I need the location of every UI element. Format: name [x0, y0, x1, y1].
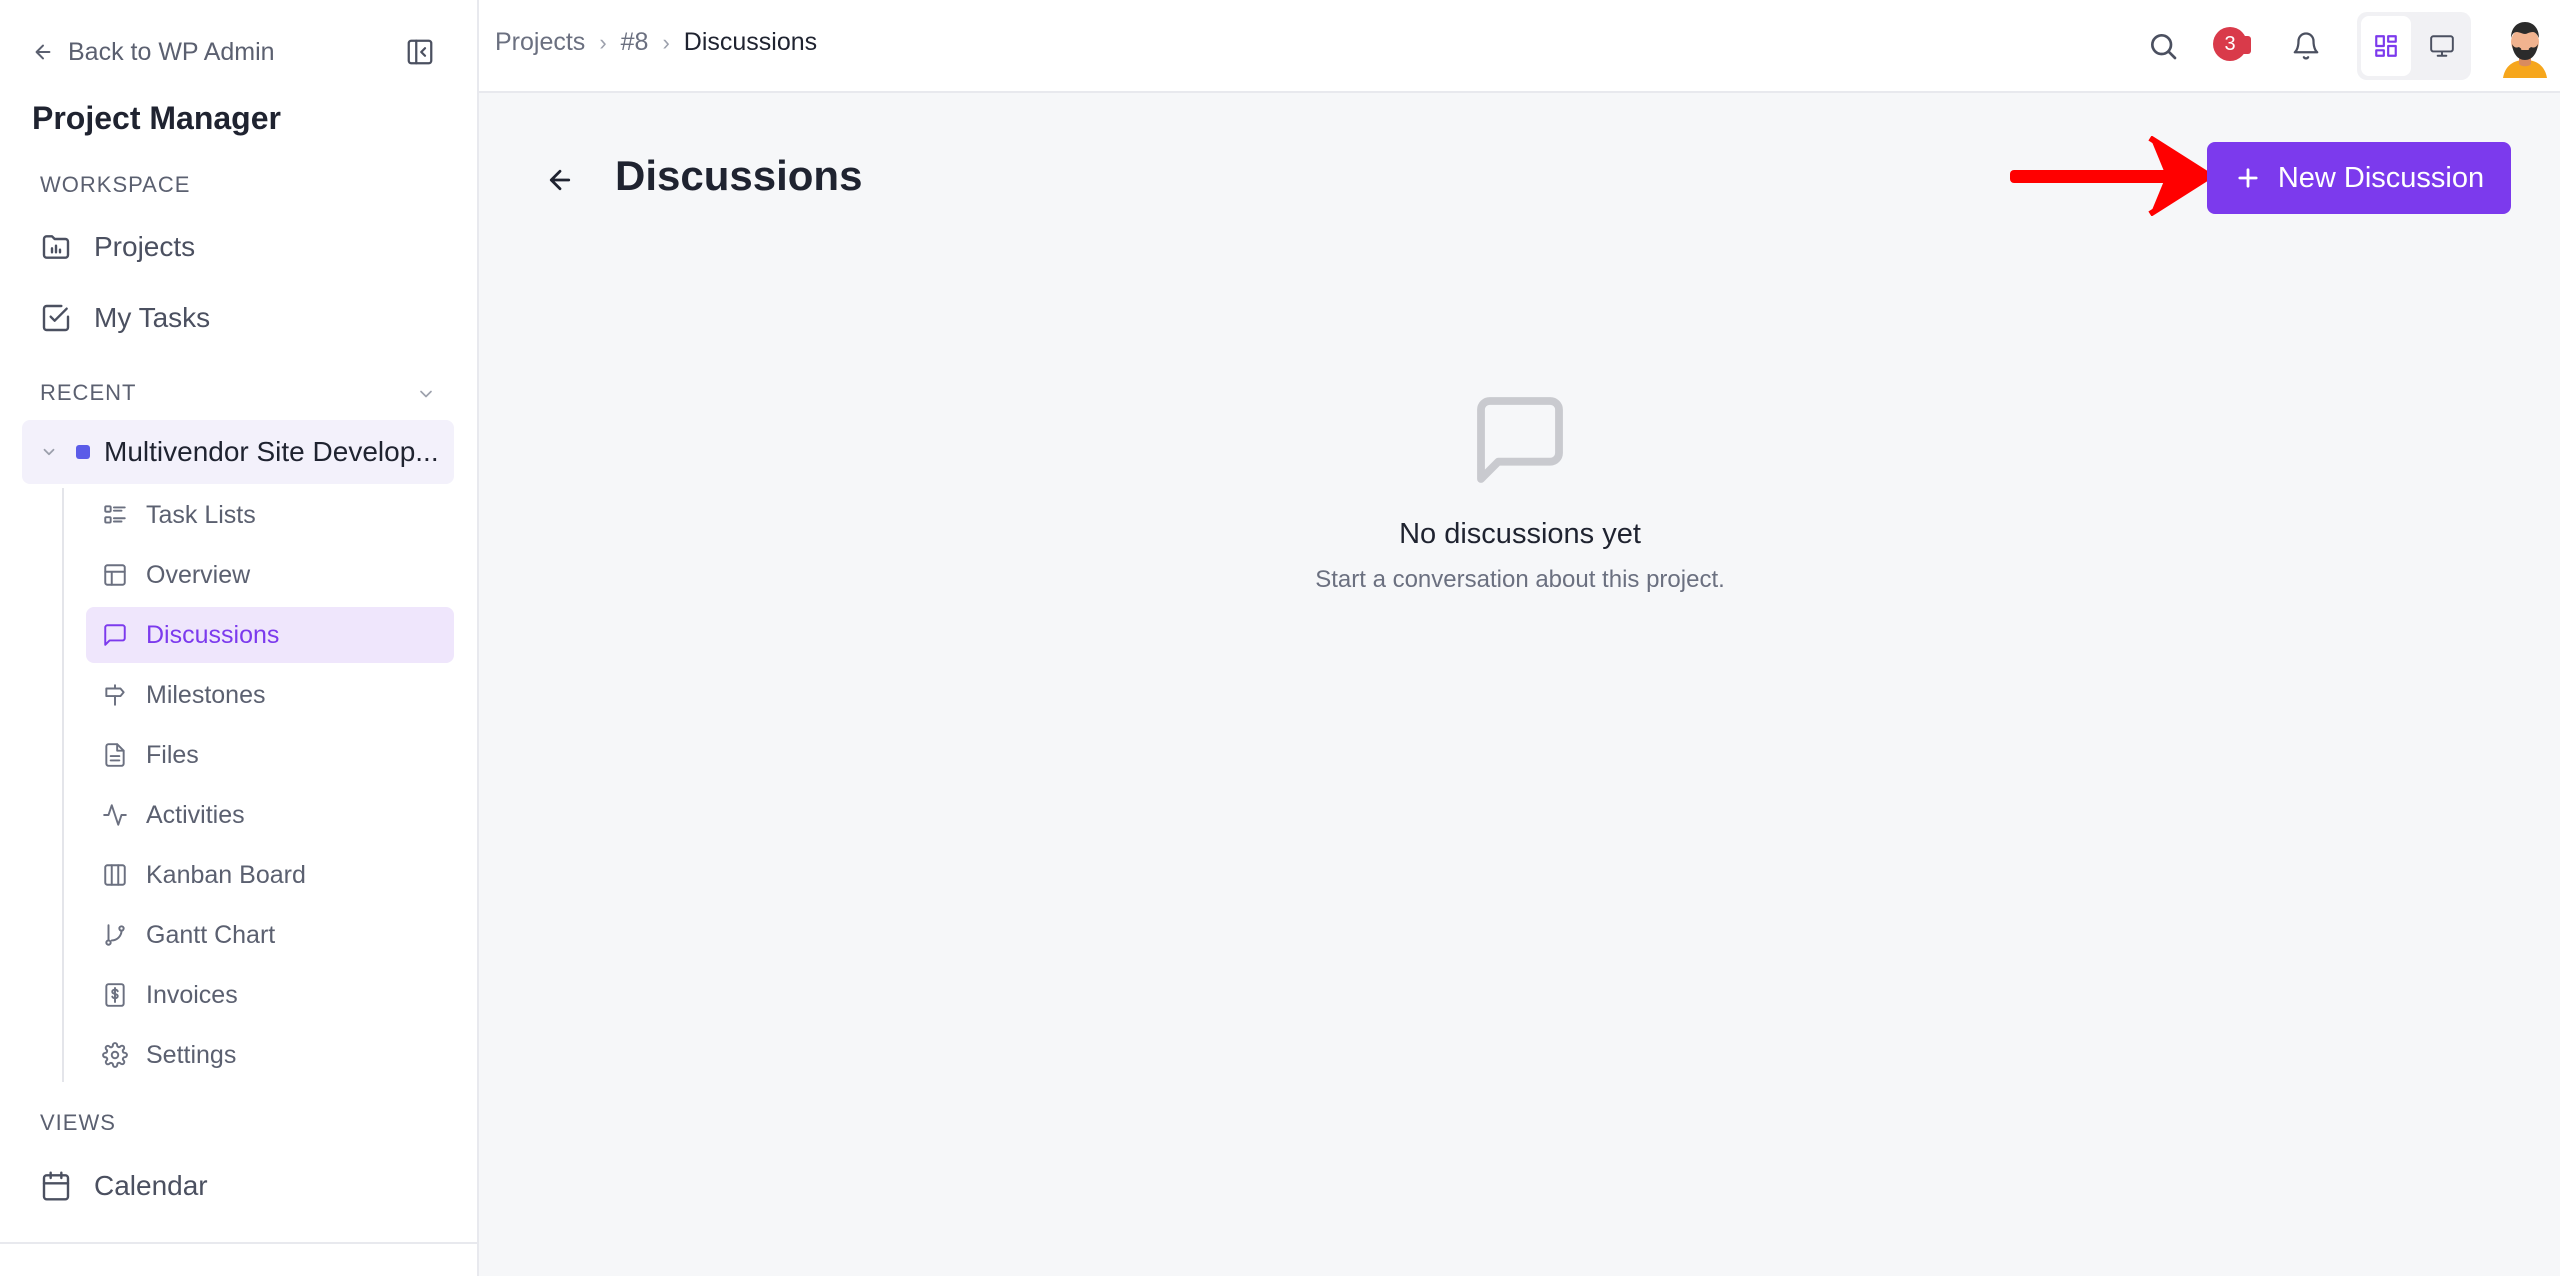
search-button[interactable]	[2143, 26, 2183, 66]
sidebar-item-kanban-board[interactable]: Kanban Board	[86, 847, 454, 903]
breadcrumb: Projects › #8 › Discussions	[495, 28, 817, 57]
chevron-right-icon: ›	[662, 29, 670, 55]
sub-item-label: Task Lists	[146, 500, 256, 529]
sub-item-label: Kanban Board	[146, 860, 306, 889]
desktop-view-button[interactable]	[2417, 16, 2467, 76]
annotation-arrow-icon	[2010, 136, 2210, 216]
dashboard-icon	[2375, 35, 2397, 57]
empty-state-subtitle: Start a conversation about this project.	[1315, 566, 1725, 593]
sidebar-item-milestones[interactable]: Milestones	[86, 667, 454, 723]
sub-item-label: Discussions	[146, 620, 280, 649]
page-title: Discussions	[615, 152, 863, 199]
sub-item-label: Overview	[146, 560, 251, 589]
bell-icon	[2293, 32, 2319, 60]
sidebar-divider	[0, 1242, 477, 1244]
sub-item-label: Activities	[146, 800, 245, 829]
sub-item-label: Invoices	[146, 980, 238, 1009]
app-title: Project Manager	[32, 100, 281, 136]
chevron-down-icon	[420, 390, 432, 398]
arrow-left-icon	[549, 169, 571, 191]
signpost-icon	[105, 684, 125, 706]
sidebar-item-discussions[interactable]: Discussions	[86, 607, 454, 663]
git-branch-icon	[105, 924, 125, 946]
gear-icon	[102, 1042, 128, 1068]
sub-item-label: Files	[146, 740, 199, 769]
sub-item-label: Milestones	[146, 680, 266, 709]
sidebar-item-files[interactable]: Files	[86, 727, 454, 783]
sidebar-item-my-tasks[interactable]: My Tasks	[40, 292, 210, 344]
breadcrumb-project-id[interactable]: #8	[621, 28, 649, 57]
collapse-sidebar-button[interactable]	[402, 34, 438, 70]
chevron-right-icon: ›	[599, 29, 607, 55]
sidebar-item-label: My Tasks	[94, 302, 211, 333]
sidebar-item-settings[interactable]: Settings	[86, 1027, 454, 1083]
dashboard-view-button[interactable]	[2361, 16, 2411, 76]
sidebar-item-invoices[interactable]: Invoices	[86, 967, 454, 1023]
recent-section-label: RECENT	[40, 380, 137, 405]
views-section-label: VIEWS	[40, 1110, 116, 1135]
sidebar-item-task-lists[interactable]: Task Lists	[86, 487, 454, 543]
user-avatar[interactable]	[2493, 14, 2557, 78]
list-icon	[104, 505, 126, 524]
message-square-icon	[1477, 397, 1563, 483]
sidebar-item-gantt-chart[interactable]: Gantt Chart	[86, 907, 454, 963]
plus-icon	[2238, 168, 2258, 188]
folder-chart-icon	[42, 235, 70, 259]
notifications-button[interactable]	[2286, 26, 2326, 66]
sidebar-collapse-icon	[407, 39, 433, 65]
calendar-icon	[42, 1171, 70, 1201]
sidebar-item-projects[interactable]: Projects	[40, 221, 195, 273]
back-to-wp-admin-link[interactable]: Back to WP Admin	[32, 34, 275, 70]
sub-item-label: Gantt Chart	[146, 920, 276, 949]
recent-toggle-button[interactable]	[412, 380, 440, 408]
message-icon	[104, 624, 126, 646]
sidebar-item-activities[interactable]: Activities	[86, 787, 454, 843]
dollar-doc-icon	[105, 983, 125, 1007]
tree-line	[62, 488, 64, 1082]
workspace-section-label: WORKSPACE	[40, 172, 191, 197]
arrow-left-icon	[35, 44, 51, 60]
breadcrumb-current: Discussions	[683, 28, 818, 56]
back-button[interactable]	[540, 160, 580, 200]
checkbox-icon	[42, 304, 70, 332]
top-bar: Projects › #8 › Discussions 3	[479, 0, 2560, 93]
sidebar-item-calendar[interactable]: Calendar	[40, 1160, 208, 1212]
recent-project-item[interactable]: Multivendor Site Develop...	[22, 420, 454, 484]
project-name: Multivendor Site Develop...	[104, 436, 439, 467]
view-toggle	[2357, 12, 2471, 80]
avatar-illustration	[2503, 22, 2547, 78]
columns-icon	[104, 864, 126, 886]
sidebar: Back to WP Admin Project Manager WORKSPA…	[0, 0, 479, 1276]
new-discussion-label: New Discussion	[2277, 161, 2485, 194]
activity-icon	[103, 804, 127, 826]
sidebar-item-overview[interactable]: Overview	[86, 547, 454, 603]
new-discussion-button[interactable]: New Discussion	[2207, 142, 2511, 214]
project-color-dot	[76, 445, 90, 459]
empty-state-title: No discussions yet	[1399, 518, 1641, 550]
chevron-down-icon[interactable]	[40, 443, 58, 461]
layout-icon	[104, 564, 126, 586]
notification-count-badge[interactable]: 3	[2213, 27, 2247, 61]
back-link-label: Back to WP Admin	[68, 37, 275, 66]
sub-item-label: Settings	[146, 1040, 237, 1069]
monitor-icon	[2430, 35, 2454, 57]
breadcrumb-projects[interactable]: Projects	[495, 28, 585, 57]
sidebar-item-label: Calendar	[94, 1170, 208, 1201]
file-icon	[105, 743, 125, 767]
sidebar-item-label: Projects	[94, 231, 196, 262]
search-icon	[2151, 34, 2177, 60]
